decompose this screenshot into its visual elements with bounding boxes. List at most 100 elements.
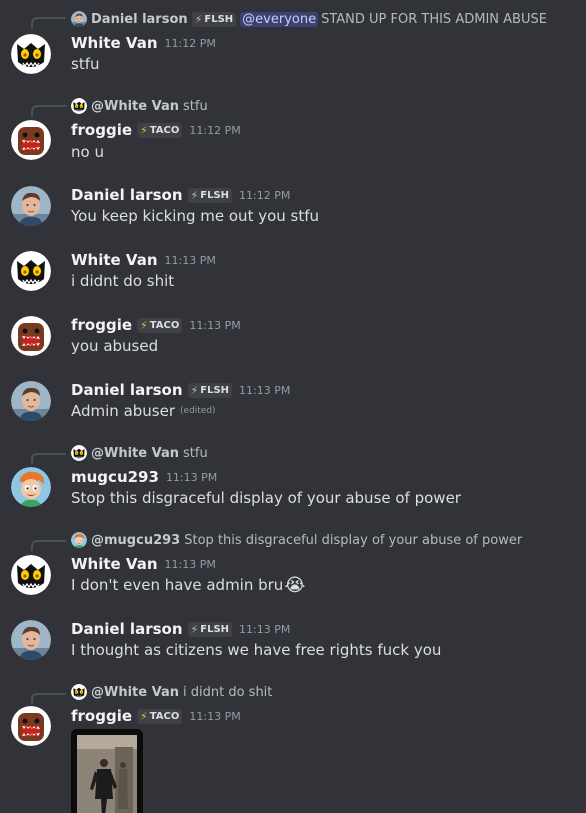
timestamp[interactable]: 11:13 PM [239, 384, 290, 397]
message-item[interactable]: @White Van stfu mugcu293 11:13 PM Stop t… [0, 436, 586, 523]
reply-text: stfu [183, 445, 208, 461]
role-tag: ⚡ TACO [137, 122, 183, 138]
reply-preview[interactable]: @White Van stfu [71, 444, 208, 462]
lightning-bolt-icon: ⚡ [140, 709, 148, 723]
froggie-avatar[interactable] [11, 706, 51, 746]
message-text: you abused [71, 337, 159, 355]
white-van-avatar[interactable] [11, 34, 51, 74]
username[interactable]: Daniel larson [71, 381, 183, 399]
reply-preview[interactable]: Daniel larson ⚡ FLSH @everyone STAND UP … [71, 10, 547, 28]
message-item[interactable]: Daniel larson ⚡ FLSH 11:12 PM You keep k… [0, 176, 586, 241]
reply-text: STAND UP FOR THIS ADMIN ABUSE [321, 11, 547, 27]
reply-connector [31, 693, 66, 704]
mugcu293-avatar[interactable] [11, 467, 51, 507]
message-item[interactable]: @White Van stfu froggie ⚡ TACO 11:12 PM … [0, 88, 586, 176]
reply-author-name[interactable]: Daniel larson [91, 12, 188, 27]
reply-author-name[interactable]: @mugcu293 [91, 533, 180, 548]
timestamp[interactable]: 11:13 PM [239, 623, 290, 636]
video-attachment[interactable] [71, 729, 143, 813]
chat-message-list: Daniel larson ⚡ FLSH @everyone STAND UP … [0, 0, 586, 813]
username[interactable]: froggie [71, 121, 132, 139]
message-header: froggie ⚡ TACO 11:13 PM [71, 315, 241, 335]
username[interactable]: White Van [71, 251, 158, 269]
message-text: stfu [71, 55, 100, 73]
lightning-bolt-icon: ⚡ [140, 318, 148, 332]
lightning-bolt-icon: ⚡ [190, 622, 199, 636]
message-header: mugcu293 11:13 PM [71, 467, 217, 487]
reply-preview[interactable]: @White Van i didnt do shit [71, 683, 272, 701]
username[interactable]: Daniel larson [71, 186, 183, 204]
daniel-larson-avatar[interactable] [11, 186, 51, 226]
reply-author-name[interactable]: @White Van [91, 446, 179, 461]
message-item[interactable]: White Van 11:13 PM i didnt do shit [0, 241, 586, 306]
timestamp[interactable]: 11:12 PM [239, 189, 290, 202]
daniel-larson-avatar[interactable] [11, 381, 51, 421]
username[interactable]: froggie [71, 707, 132, 725]
role-tag: ⚡ TACO [137, 317, 183, 333]
white-van-avatar-icon [71, 445, 87, 461]
tag-label: FLSH [200, 623, 230, 635]
message-header: White Van 11:13 PM [71, 554, 216, 574]
everyone-mention[interactable]: @everyone [240, 11, 319, 27]
message-item[interactable]: froggie ⚡ TACO 11:13 PM you abused [0, 306, 586, 371]
tag-label: TACO [149, 710, 180, 722]
timestamp[interactable]: 11:12 PM [165, 37, 216, 50]
message-header: Daniel larson ⚡ FLSH 11:12 PM [71, 185, 290, 205]
reply-connector [31, 17, 66, 28]
daniel-larson-avatar[interactable] [11, 620, 51, 660]
role-tag: ⚡ TACO [137, 708, 183, 724]
message-header: Daniel larson ⚡ FLSH 11:13 PM [71, 380, 290, 400]
message-item[interactable]: Daniel larson ⚡ FLSH 11:13 PM I thought … [0, 610, 586, 676]
reply-connector [31, 105, 66, 116]
reply-author-name[interactable]: @White Van [91, 99, 179, 114]
username[interactable]: White Van [71, 34, 158, 52]
timestamp[interactable]: 11:12 PM [189, 124, 240, 137]
reply-preview[interactable]: @White Van stfu [71, 97, 208, 115]
lightning-bolt-icon: ⚡ [140, 123, 148, 137]
reply-preview[interactable]: @mugcu293 Stop this disgraceful display … [71, 531, 522, 549]
message-item[interactable]: Daniel larson ⚡ FLSH 11:13 PM Admin abus… [0, 371, 586, 436]
lightning-bolt-icon: ⚡ [194, 12, 203, 26]
reply-connector [31, 540, 66, 551]
username[interactable]: mugcu293 [71, 468, 159, 486]
username[interactable]: froggie [71, 316, 132, 334]
white-van-avatar-icon [71, 684, 87, 700]
tag-label: FLSH [200, 189, 230, 201]
role-tag: ⚡ FLSH [187, 382, 233, 398]
white-van-avatar-icon [71, 98, 87, 114]
white-van-avatar[interactable] [11, 555, 51, 595]
message-item[interactable]: Daniel larson ⚡ FLSH @everyone STAND UP … [0, 0, 586, 88]
username[interactable]: Daniel larson [71, 620, 183, 638]
username[interactable]: White Van [71, 555, 158, 573]
timestamp[interactable]: 11:13 PM [166, 471, 217, 484]
froggie-avatar[interactable] [11, 120, 51, 160]
froggie-avatar[interactable] [11, 316, 51, 356]
message-text: Stop this disgraceful display of your ab… [71, 489, 461, 507]
message-item[interactable]: @White Van i didnt do shit froggie ⚡ TAC… [0, 676, 586, 813]
loudly-crying-emoji-icon[interactable]: 😭 [284, 575, 305, 596]
white-van-avatar[interactable] [11, 251, 51, 291]
timestamp[interactable]: 11:13 PM [189, 710, 240, 723]
message-header: White Van 11:12 PM [71, 33, 216, 53]
message-text: no u [71, 143, 104, 161]
tag-label: FLSH [204, 13, 234, 25]
edited-label[interactable]: (edited) [180, 406, 216, 416]
mugcu293-avatar-icon [71, 532, 87, 548]
role-tag: ⚡ FLSH [187, 621, 233, 637]
timestamp[interactable]: 11:13 PM [165, 558, 216, 571]
role-tag: ⚡ FLSH [187, 187, 233, 203]
message-text: Admin abuser [71, 402, 176, 420]
message-text: You keep kicking me out you stfu [71, 207, 320, 225]
timestamp[interactable]: 11:13 PM [189, 319, 240, 332]
tag-label: TACO [149, 124, 180, 136]
timestamp[interactable]: 11:13 PM [165, 254, 216, 267]
message-content: I don't even have admin bru 😭 [71, 574, 305, 596]
reply-author-name[interactable]: @White Van [91, 685, 179, 700]
tag-label: TACO [149, 319, 180, 331]
message-text: I don't even have admin bru [71, 576, 284, 594]
reply-text: Stop this disgraceful display of your ab… [184, 532, 523, 548]
message-item[interactable]: @mugcu293 Stop this disgraceful display … [0, 523, 586, 610]
reply-text: i didnt do shit [183, 684, 273, 700]
role-tag: ⚡ FLSH [191, 11, 237, 27]
tag-label: FLSH [200, 384, 230, 396]
